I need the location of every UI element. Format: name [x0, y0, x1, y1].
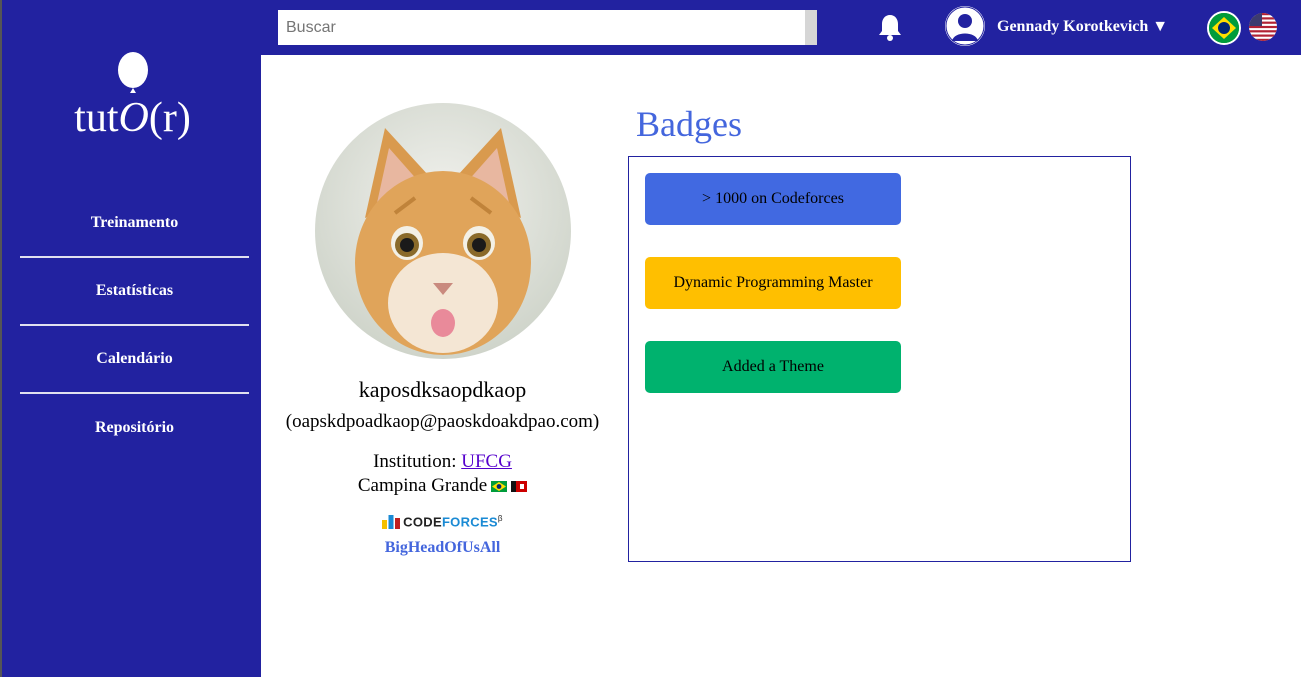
sidebar-item-repositorio[interactable]: Repositório — [20, 394, 249, 462]
badge-dp-master[interactable]: Dynamic Programming Master — [645, 257, 901, 309]
sidebar-item-treinamento[interactable]: Treinamento — [20, 190, 249, 258]
top-bar: Gennady Korotkevich ▼ — [261, 0, 1301, 55]
bell-icon[interactable] — [877, 13, 903, 41]
user-avatar-icon[interactable] — [945, 6, 985, 46]
paraiba-flag-icon — [511, 480, 528, 492]
institution-link[interactable]: UFCG — [461, 451, 512, 472]
badge-added-theme[interactable]: Added a Theme — [645, 341, 901, 393]
codeforces-logo-forces: FORCES — [441, 514, 498, 529]
logo-text: tutO(r) — [74, 95, 191, 141]
profile-card: kaposdksaopdkaop (oapskdpoadkaop@paoskdo… — [262, 103, 623, 557]
badge-codeforces[interactable]: > 1000 on Codeforces — [645, 173, 901, 225]
badges-title: Badges — [636, 104, 742, 144]
search-input[interactable] — [278, 10, 805, 45]
brazil-flag-icon[interactable] — [1207, 11, 1241, 45]
profile-email: (oapskdpoadkaop@paoskdoakdpao.com) — [285, 411, 600, 432]
city-name: Campina Grande — [357, 475, 488, 496]
sidebar-item-estatisticas[interactable]: Estatísticas — [20, 258, 249, 326]
user-menu[interactable]: Gennady Korotkevich ▼ — [997, 18, 1168, 36]
sidebar-nav: Treinamento Estatísticas Calendário Repo… — [20, 190, 249, 462]
us-flag-icon[interactable] — [1249, 13, 1277, 41]
codeforces-handle-link[interactable]: BigHeadOfUsAll — [262, 539, 623, 557]
codeforces-logo-beta: β — [497, 513, 503, 523]
profile-photo — [314, 103, 571, 359]
profile-name: kaposdksaopdkaop — [358, 377, 527, 402]
search-button[interactable] — [805, 10, 817, 45]
brazil-flag-icon — [491, 480, 508, 492]
sidebar-item-calendario[interactable]: Calendário — [20, 326, 249, 394]
balloon-icon — [117, 52, 148, 93]
codeforces-logo: CODEFORCESβ — [262, 511, 623, 529]
codeforces-bars-icon — [382, 515, 401, 529]
codeforces-logo-code: CODE — [403, 514, 442, 529]
search-box — [278, 10, 817, 45]
profile-institution: Institution: UFCG — [373, 451, 512, 472]
badges-panel: > 1000 on Codeforces Dynamic Programming… — [628, 156, 1131, 562]
app-logo[interactable]: tutO(r) — [2, 52, 263, 140]
profile-location: Campina Grande — [262, 475, 623, 497]
sidebar: tutO(r) Treinamento Estatísticas Calendá… — [0, 0, 261, 677]
